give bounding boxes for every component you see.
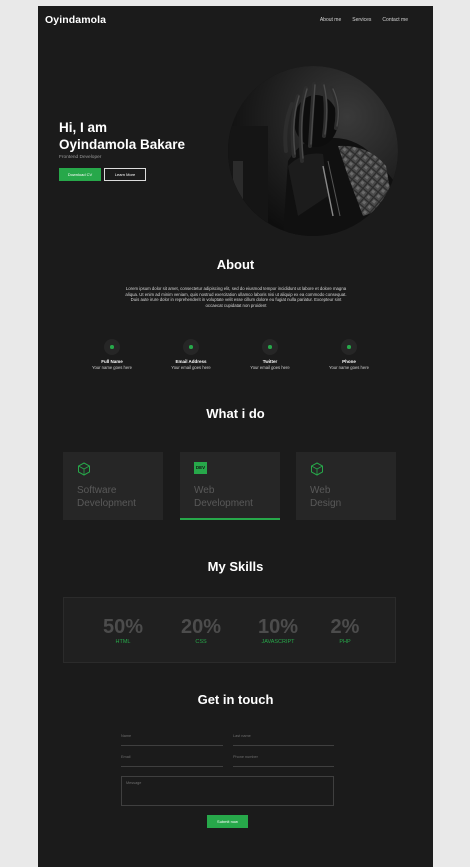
- site-logo[interactable]: Oyindamola: [45, 14, 106, 26]
- field-placeholder: Name: [121, 734, 132, 738]
- info-label: Full Name: [101, 359, 123, 364]
- message-field[interactable]: Message: [121, 776, 334, 806]
- user-icon: [104, 339, 120, 355]
- portfolio-page: Oyindamola About me Services Contact me …: [38, 6, 433, 867]
- contact-heading: Get in touch: [197, 692, 274, 707]
- skill-name: HTML: [115, 639, 131, 645]
- info-label: Twitter: [262, 359, 278, 364]
- nav-link-contact[interactable]: Contact me: [382, 17, 408, 23]
- info-email: Email Address Your email goes here: [156, 339, 226, 370]
- info-phone: Phone Your name goes here: [314, 339, 384, 370]
- twitter-icon: [262, 339, 278, 355]
- info-label: Phone: [342, 359, 356, 364]
- hero-buttons: Download CV Learn More: [59, 168, 185, 181]
- service-card-label: Web Development: [194, 485, 253, 509]
- name-field[interactable]: Name: [121, 734, 223, 746]
- field-placeholder: Last name: [233, 734, 251, 738]
- skills-panel: 50% HTML 20% CSS 10% JAVASCRIPT 2% PHP: [63, 597, 396, 663]
- nav-links: About me Services Contact me: [320, 17, 408, 23]
- dev-badge-icon: DEV: [194, 462, 207, 474]
- nav-link-about[interactable]: About me: [320, 17, 341, 23]
- info-value: Your email goes here: [171, 365, 211, 370]
- skill-name: CSS: [195, 639, 207, 645]
- hero-name: Oyindamola Bakare: [59, 137, 186, 152]
- hero-intro: Hi, I am Oyindamola Bakare Frontend Deve…: [59, 119, 185, 181]
- last-name-field[interactable]: Last name: [233, 734, 334, 746]
- service-card-label: Software Development: [77, 485, 136, 509]
- info-twitter: Twitter Your email goes here: [235, 339, 305, 370]
- skill-javascript: 10% JAVASCRIPT: [252, 616, 304, 645]
- service-card-label: Web Design: [310, 485, 342, 509]
- skill-percent: 20%: [180, 616, 222, 638]
- skills-heading: My Skills: [207, 559, 264, 574]
- hero-portrait-image: [228, 66, 398, 236]
- skill-percent: 2%: [330, 616, 360, 638]
- info-full-name: Full Name Your name goes here: [77, 339, 147, 370]
- skill-php: 2% PHP: [322, 616, 368, 645]
- info-value: Your email goes here: [250, 365, 290, 370]
- skill-css: 20% CSS: [175, 616, 227, 645]
- hero-greeting: Hi, I am: [59, 120, 108, 135]
- learn-more-button[interactable]: Learn More: [104, 168, 146, 181]
- info-value: Your name goes here: [92, 365, 132, 370]
- service-card-web-design[interactable]: Web Design: [296, 452, 396, 520]
- email-field[interactable]: Email: [121, 755, 223, 767]
- field-placeholder: Phone number: [233, 755, 258, 759]
- cube-icon: [310, 462, 324, 481]
- top-nav: Oyindamola About me Services Contact me: [38, 6, 433, 36]
- about-heading: About: [216, 257, 255, 272]
- info-label: Email Address: [175, 359, 207, 364]
- phone-field[interactable]: Phone number: [233, 755, 334, 767]
- submit-button[interactable]: Submit now: [207, 815, 248, 828]
- skill-html: 50% HTML: [97, 616, 149, 645]
- service-card-software-development[interactable]: Software Development: [63, 452, 163, 520]
- portrait-photo: [228, 66, 398, 236]
- cube-icon: [77, 462, 91, 481]
- field-placeholder: Message: [126, 781, 142, 785]
- field-placeholder: Email: [121, 755, 131, 759]
- skill-name: JAVASCRIPT: [261, 639, 295, 645]
- hero-role: Frontend Developer: [59, 155, 102, 160]
- active-card-indicator: [180, 518, 280, 520]
- skill-percent: 10%: [257, 616, 299, 638]
- about-description: Lorem ipsum dolor sit amet, consectetur …: [125, 286, 347, 308]
- skill-name: PHP: [339, 639, 351, 645]
- services-heading: What i do: [206, 406, 265, 421]
- info-value: Your name goes here: [329, 365, 369, 370]
- email-icon: [183, 339, 199, 355]
- service-card-web-development[interactable]: DEV Web Development: [180, 452, 280, 520]
- phone-icon: [341, 339, 357, 355]
- skill-percent: 50%: [102, 616, 144, 638]
- download-cv-button[interactable]: Download CV: [59, 168, 101, 181]
- nav-link-services[interactable]: Services: [352, 17, 371, 23]
